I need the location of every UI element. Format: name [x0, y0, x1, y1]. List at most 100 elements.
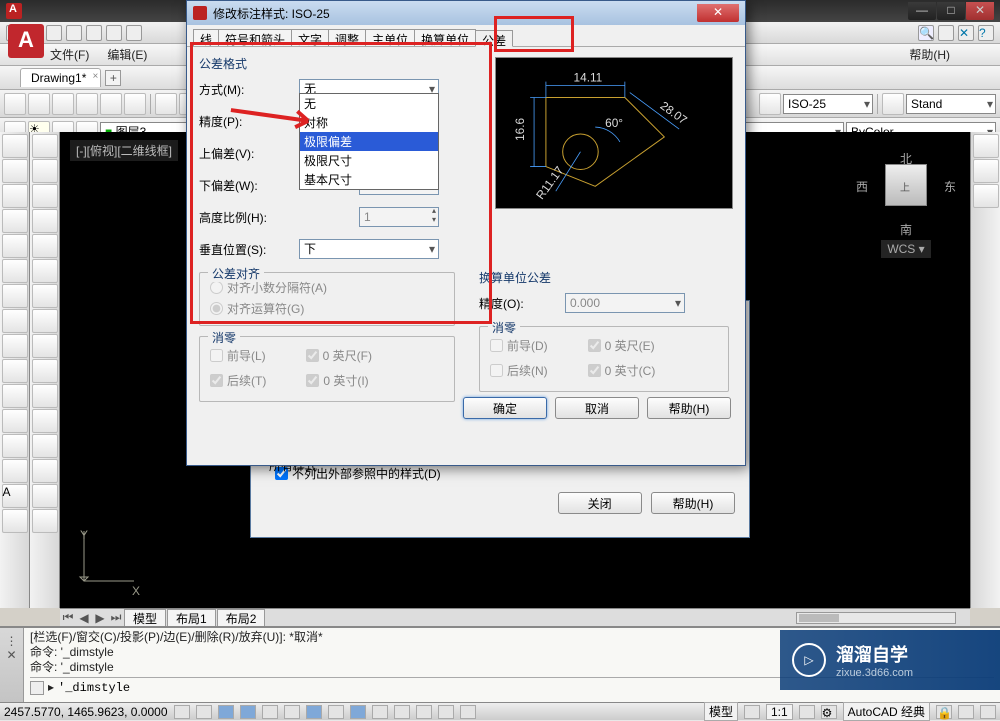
- hscrollbar[interactable]: [796, 612, 956, 624]
- help-icon[interactable]: ?: [978, 25, 994, 41]
- tab-primary[interactable]: 主单位: [365, 29, 415, 46]
- tab-model[interactable]: 模型: [124, 609, 166, 627]
- menu-help[interactable]: 帮助(H): [909, 46, 950, 63]
- sb-snap-icon[interactable]: [196, 705, 212, 719]
- cmd-handle-icon[interactable]: ⋮✕: [0, 628, 24, 702]
- exchange-icon[interactable]: ✕: [958, 25, 974, 41]
- tb-publish-icon[interactable]: [124, 93, 146, 115]
- new-tab-button[interactable]: +: [105, 70, 121, 86]
- close-tab-icon[interactable]: ×: [93, 71, 99, 82]
- alt-precision-dropdown[interactable]: 0.000: [565, 293, 685, 313]
- trim-tool-icon[interactable]: [32, 334, 58, 358]
- tb-new-icon[interactable]: [4, 93, 26, 115]
- parent-close-button[interactable]: 关闭: [558, 492, 642, 514]
- extend-tool-icon[interactable]: [32, 359, 58, 383]
- break-tool-icon[interactable]: [32, 384, 58, 408]
- mirror-tool-icon[interactable]: [32, 184, 58, 208]
- tb-textstyle-icon[interactable]: [882, 93, 904, 115]
- qat-redo-icon[interactable]: [126, 25, 142, 41]
- sb-grid-icon[interactable]: [174, 705, 190, 719]
- qat-plot-icon[interactable]: [86, 25, 102, 41]
- dialog-close-button[interactable]: ✕: [697, 4, 739, 22]
- sb-workspace[interactable]: AutoCAD 经典: [843, 702, 930, 721]
- app-logo-icon[interactable]: A: [8, 24, 44, 58]
- max-button[interactable]: □: [937, 2, 965, 20]
- join-tool-icon[interactable]: [32, 409, 58, 433]
- tab-layout1[interactable]: 布局1: [167, 609, 216, 627]
- menu-edit[interactable]: 编辑(E): [107, 46, 147, 63]
- tb-cut-icon[interactable]: [155, 93, 177, 115]
- view-cube-face[interactable]: [885, 164, 927, 206]
- cancel-button[interactable]: 取消: [555, 397, 639, 419]
- method-option[interactable]: 基本尺寸: [300, 170, 438, 189]
- sb-modelspace[interactable]: 模型: [704, 702, 738, 721]
- mtext-tool-icon[interactable]: [2, 459, 28, 483]
- qat-save-icon[interactable]: [46, 25, 62, 41]
- tb-dimstyle-icon[interactable]: [759, 93, 781, 115]
- search-icon[interactable]: 🔍: [918, 25, 934, 41]
- tb-preview-icon[interactable]: [100, 93, 122, 115]
- dlg-help-button[interactable]: 帮助(H): [647, 397, 731, 419]
- signin-icon[interactable]: [938, 25, 954, 41]
- spline-tool-icon[interactable]: [2, 334, 28, 358]
- region-tool-icon[interactable]: [2, 409, 28, 433]
- sb-layout-icon[interactable]: [744, 705, 760, 719]
- method-option[interactable]: 无: [300, 94, 438, 113]
- move-tool-icon[interactable]: [32, 134, 58, 158]
- sb-polar-icon[interactable]: [240, 705, 256, 719]
- method-option[interactable]: 极限尺寸: [300, 151, 438, 170]
- doc-tab-active[interactable]: Drawing1*×: [20, 68, 101, 87]
- block-tool-icon[interactable]: [2, 384, 28, 408]
- tab-nav-next-icon[interactable]: ▶: [92, 611, 108, 625]
- sb-otrack-icon[interactable]: [306, 705, 322, 719]
- offset-tool-icon[interactable]: [32, 209, 58, 233]
- tab-text[interactable]: 文字: [291, 29, 329, 46]
- list-tool-icon[interactable]: [973, 184, 999, 208]
- compass-west[interactable]: 西: [856, 178, 868, 195]
- tab-layout2[interactable]: 布局2: [217, 609, 266, 627]
- ellipse-tool-icon[interactable]: [2, 284, 28, 308]
- sb-sc-icon[interactable]: [438, 705, 454, 719]
- sb-osnap-icon[interactable]: [262, 705, 278, 719]
- close-button[interactable]: ✕: [966, 2, 994, 20]
- sb-hardware-icon[interactable]: [958, 705, 974, 719]
- erase-tool-icon[interactable]: [32, 509, 58, 533]
- scale-tool-icon[interactable]: [32, 284, 58, 308]
- tb-save-icon[interactable]: [52, 93, 74, 115]
- tab-symbols[interactable]: 符号和箭头: [218, 29, 292, 46]
- dist-tool-icon[interactable]: [973, 134, 999, 158]
- fillet-tool-icon[interactable]: [32, 434, 58, 458]
- sb-lock-icon[interactable]: 🔒: [936, 705, 952, 719]
- sb-lwt-icon[interactable]: [372, 705, 388, 719]
- tab-nav-first-icon[interactable]: ⏮: [60, 610, 76, 625]
- stretch-tool-icon[interactable]: [32, 309, 58, 333]
- rect-tool-icon[interactable]: [2, 234, 28, 258]
- qat-undo-icon[interactable]: [106, 25, 122, 41]
- sb-isolate-icon[interactable]: [980, 705, 996, 719]
- method-option[interactable]: 对称: [300, 113, 438, 132]
- arc-tool-icon[interactable]: [2, 209, 28, 233]
- explode-tool-icon[interactable]: [32, 484, 58, 508]
- text-tool-icon[interactable]: A: [2, 484, 28, 508]
- qat-saveas-icon[interactable]: [66, 25, 82, 41]
- polygon-tool-icon[interactable]: [2, 259, 28, 283]
- sb-tpy-icon[interactable]: [394, 705, 410, 719]
- min-button[interactable]: —: [908, 2, 936, 20]
- sb-dyn-icon[interactable]: [350, 705, 366, 719]
- point-tool-icon[interactable]: [2, 359, 28, 383]
- vpos-dropdown[interactable]: 下: [299, 239, 439, 259]
- sb-qp-icon[interactable]: [416, 705, 432, 719]
- view-cube[interactable]: 北 西 东 南 WCS ▾: [856, 150, 956, 270]
- wcs-dropdown[interactable]: WCS ▾: [881, 240, 930, 258]
- scale-spinner[interactable]: 1: [359, 207, 439, 227]
- copy-tool-icon[interactable]: [32, 159, 58, 183]
- sb-3dosnap-icon[interactable]: [284, 705, 300, 719]
- tab-tolerance[interactable]: 公差: [475, 30, 513, 47]
- hatch-tool-icon[interactable]: [2, 309, 28, 333]
- sb-annovisibility-icon[interactable]: [799, 705, 815, 719]
- method-option-selected[interactable]: 极限偏差: [300, 132, 438, 151]
- table-tool-icon[interactable]: [2, 434, 28, 458]
- sb-am-icon[interactable]: [460, 705, 476, 719]
- area-tool-icon[interactable]: [973, 159, 999, 183]
- sb-ducs-icon[interactable]: [328, 705, 344, 719]
